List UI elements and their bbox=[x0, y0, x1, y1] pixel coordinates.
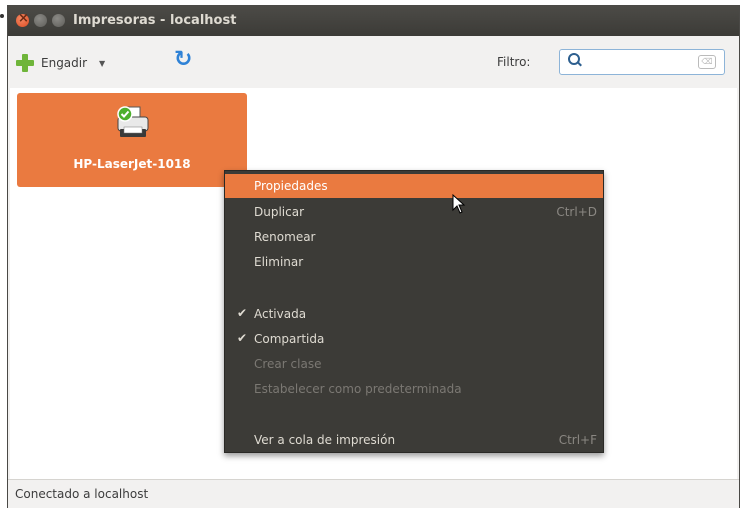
menu-item-label: Compartida bbox=[254, 332, 325, 346]
menu-item-label: Activada bbox=[254, 307, 307, 321]
refresh-icon[interactable]: ↻ bbox=[174, 49, 196, 71]
title-bar[interactable]: Impresoras - localhost bbox=[8, 6, 739, 36]
menu-item-label: Eliminar bbox=[254, 255, 304, 269]
menu-item-label: Propiedades bbox=[254, 179, 328, 193]
menu-item-duplicate[interactable]: Duplicar Ctrl+D bbox=[225, 200, 603, 224]
search-icon bbox=[568, 53, 580, 65]
menu-item-label: Renomear bbox=[254, 230, 316, 244]
menu-item-label: Estabelecer como predeterminada bbox=[254, 382, 462, 396]
window-title: Impresoras - localhost bbox=[73, 13, 237, 28]
menu-item-view-queue[interactable]: Ver a cola de impresión Ctrl+F bbox=[225, 428, 603, 452]
toolbar: Engadir ▼ ↻ Filtro: ⌫ bbox=[8, 36, 739, 88]
menu-item-properties[interactable]: Propiedades bbox=[225, 174, 603, 198]
menu-item-set-default: Estabelecer como predeterminada bbox=[225, 377, 603, 401]
printer-name: HP-LaserJet-1018 bbox=[73, 157, 191, 171]
menu-item-label: Crear clase bbox=[254, 357, 322, 371]
menu-item-shortcut: Ctrl+F bbox=[558, 433, 597, 447]
menu-item-shared[interactable]: ✔ Compartida bbox=[225, 327, 603, 351]
close-window-button[interactable] bbox=[16, 11, 29, 27]
menu-item-shortcut: Ctrl+D bbox=[556, 205, 597, 219]
plus-icon bbox=[16, 54, 34, 72]
add-printer-label: Engadir bbox=[41, 56, 88, 70]
status-bar: Conectado a localhost bbox=[8, 479, 739, 508]
minimize-window-button[interactable] bbox=[34, 14, 47, 27]
menu-item-enabled[interactable]: ✔ Activada bbox=[225, 302, 603, 326]
bullet-dot bbox=[0, 14, 4, 18]
mouse-cursor-icon bbox=[452, 194, 466, 214]
printer-item[interactable]: HP-LaserJet-1018 bbox=[17, 93, 247, 187]
printer-icon bbox=[117, 106, 149, 137]
context-menu: Propiedades Duplicar Ctrl+D Renomear Eli… bbox=[224, 170, 604, 453]
menu-item-create-class: Crear clase bbox=[225, 352, 603, 376]
menu-item-label: Duplicar bbox=[254, 205, 305, 219]
filter-label: Filtro: bbox=[497, 55, 531, 69]
chevron-down-icon[interactable]: ▼ bbox=[99, 59, 105, 68]
filter-input[interactable]: ⌫ bbox=[559, 49, 725, 75]
add-printer-button[interactable]: Engadir ▼ bbox=[16, 50, 105, 76]
check-icon: ✔ bbox=[237, 306, 248, 320]
menu-item-delete[interactable]: Eliminar bbox=[225, 250, 603, 274]
clear-icon[interactable]: ⌫ bbox=[698, 55, 716, 69]
status-text: Conectado a localhost bbox=[15, 487, 149, 501]
menu-item-rename[interactable]: Renomear bbox=[225, 225, 603, 249]
maximize-window-button[interactable] bbox=[52, 14, 65, 27]
check-icon: ✔ bbox=[237, 331, 248, 345]
menu-item-label: Ver a cola de impresión bbox=[254, 433, 396, 447]
